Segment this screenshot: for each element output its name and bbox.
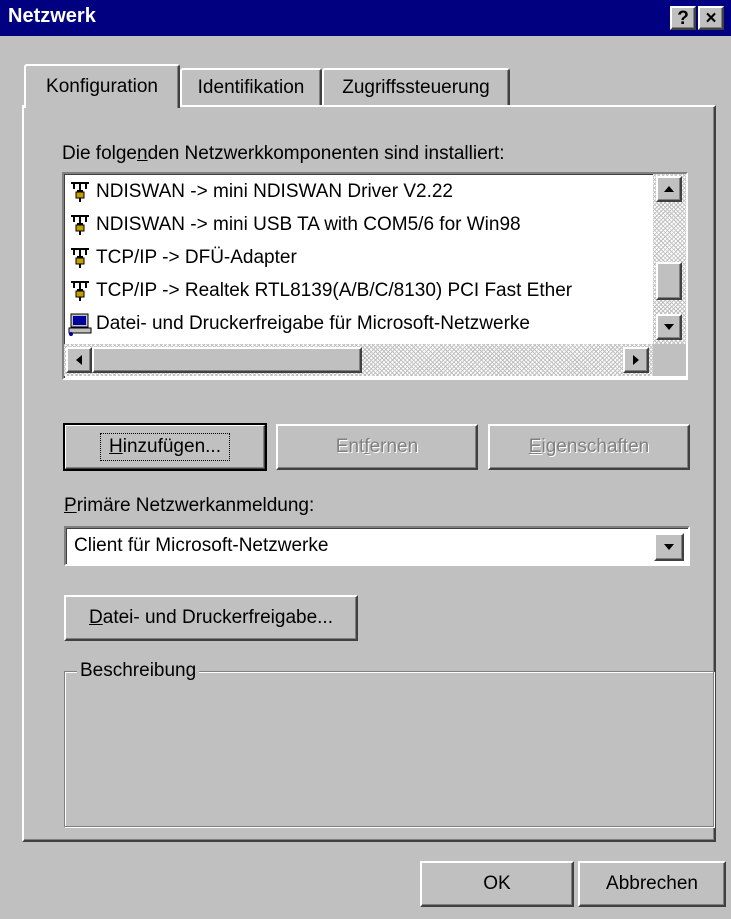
list-item[interactable]: Datei- und Druckerfreigabe für Microsoft… xyxy=(68,308,530,340)
list-viewport: NDISWAN -> mini NDISWAN Driver V2.22 NDI… xyxy=(64,174,653,344)
list-item[interactable]: TCP/IP -> DFÜ-Adapter xyxy=(68,242,297,274)
vertical-scrollbar[interactable] xyxy=(653,174,686,344)
window-title: Netzwerk xyxy=(8,5,96,27)
arrow-right-icon xyxy=(633,355,639,365)
scroll-right-button[interactable] xyxy=(623,347,649,373)
description-label: Beschreibung xyxy=(77,660,200,682)
primary-logon-label: Primäre Netzwerkanmeldung: xyxy=(64,495,315,516)
scroll-up-button[interactable] xyxy=(656,176,682,202)
chevron-down-icon xyxy=(664,544,674,550)
list-item[interactable]: NDISWAN -> mini USB TA with COM5/6 for W… xyxy=(68,209,521,241)
tab-identifikation[interactable]: Identifikation xyxy=(180,68,322,106)
help-button[interactable]: ? xyxy=(670,6,696,30)
components-listbox[interactable]: NDISWAN -> mini NDISWAN Driver V2.22 NDI… xyxy=(62,172,688,380)
dropdown-button[interactable] xyxy=(654,533,684,561)
scroll-thumb[interactable] xyxy=(656,262,682,300)
scroll-down-button[interactable] xyxy=(656,314,682,340)
arrow-left-icon xyxy=(76,355,82,365)
horizontal-scrollbar[interactable] xyxy=(64,344,653,376)
list-item[interactable]: TCP/IP -> Realtek RTL8139(A/B/C/8130) PC… xyxy=(68,275,572,307)
network-service-icon xyxy=(68,313,92,336)
scrollbar-corner xyxy=(653,344,686,376)
primary-logon-value: Client für Microsoft-Netzwerke xyxy=(74,535,329,556)
components-label: Die folgenden Netzwerkkomponenten sind i… xyxy=(62,143,505,164)
network-protocol-icon xyxy=(71,248,89,268)
file-printer-sharing-button[interactable]: Datei- und Druckerfreigabe... xyxy=(64,595,358,641)
cancel-button[interactable]: Abbrechen xyxy=(578,861,726,907)
arrow-down-icon xyxy=(664,324,674,330)
ok-button[interactable]: OK xyxy=(420,861,574,907)
properties-button[interactable]: Eigenschaften xyxy=(488,424,690,470)
primary-logon-select[interactable]: Client für Microsoft-Netzwerke xyxy=(64,526,690,566)
scroll-thumb-horizontal[interactable] xyxy=(92,347,362,373)
close-button[interactable]: × xyxy=(698,6,724,30)
network-protocol-icon xyxy=(71,182,89,202)
tab-zugriffssteuerung[interactable]: Zugriffssteuerung xyxy=(322,68,510,106)
description-groupbox xyxy=(64,671,714,827)
list-item[interactable]: NDISWAN -> mini NDISWAN Driver V2.22 xyxy=(68,176,453,208)
arrow-up-icon xyxy=(664,186,674,192)
remove-button[interactable]: Ent f ernen xyxy=(276,424,478,470)
add-button[interactable]: Hinzufügen... xyxy=(63,423,267,471)
tab-konfiguration[interactable]: Konfiguration xyxy=(24,64,180,108)
title-bar[interactable]: Netzwerk ? × xyxy=(0,0,731,36)
network-protocol-icon xyxy=(71,281,89,301)
network-protocol-icon xyxy=(71,215,89,235)
scroll-left-button[interactable] xyxy=(66,347,92,373)
